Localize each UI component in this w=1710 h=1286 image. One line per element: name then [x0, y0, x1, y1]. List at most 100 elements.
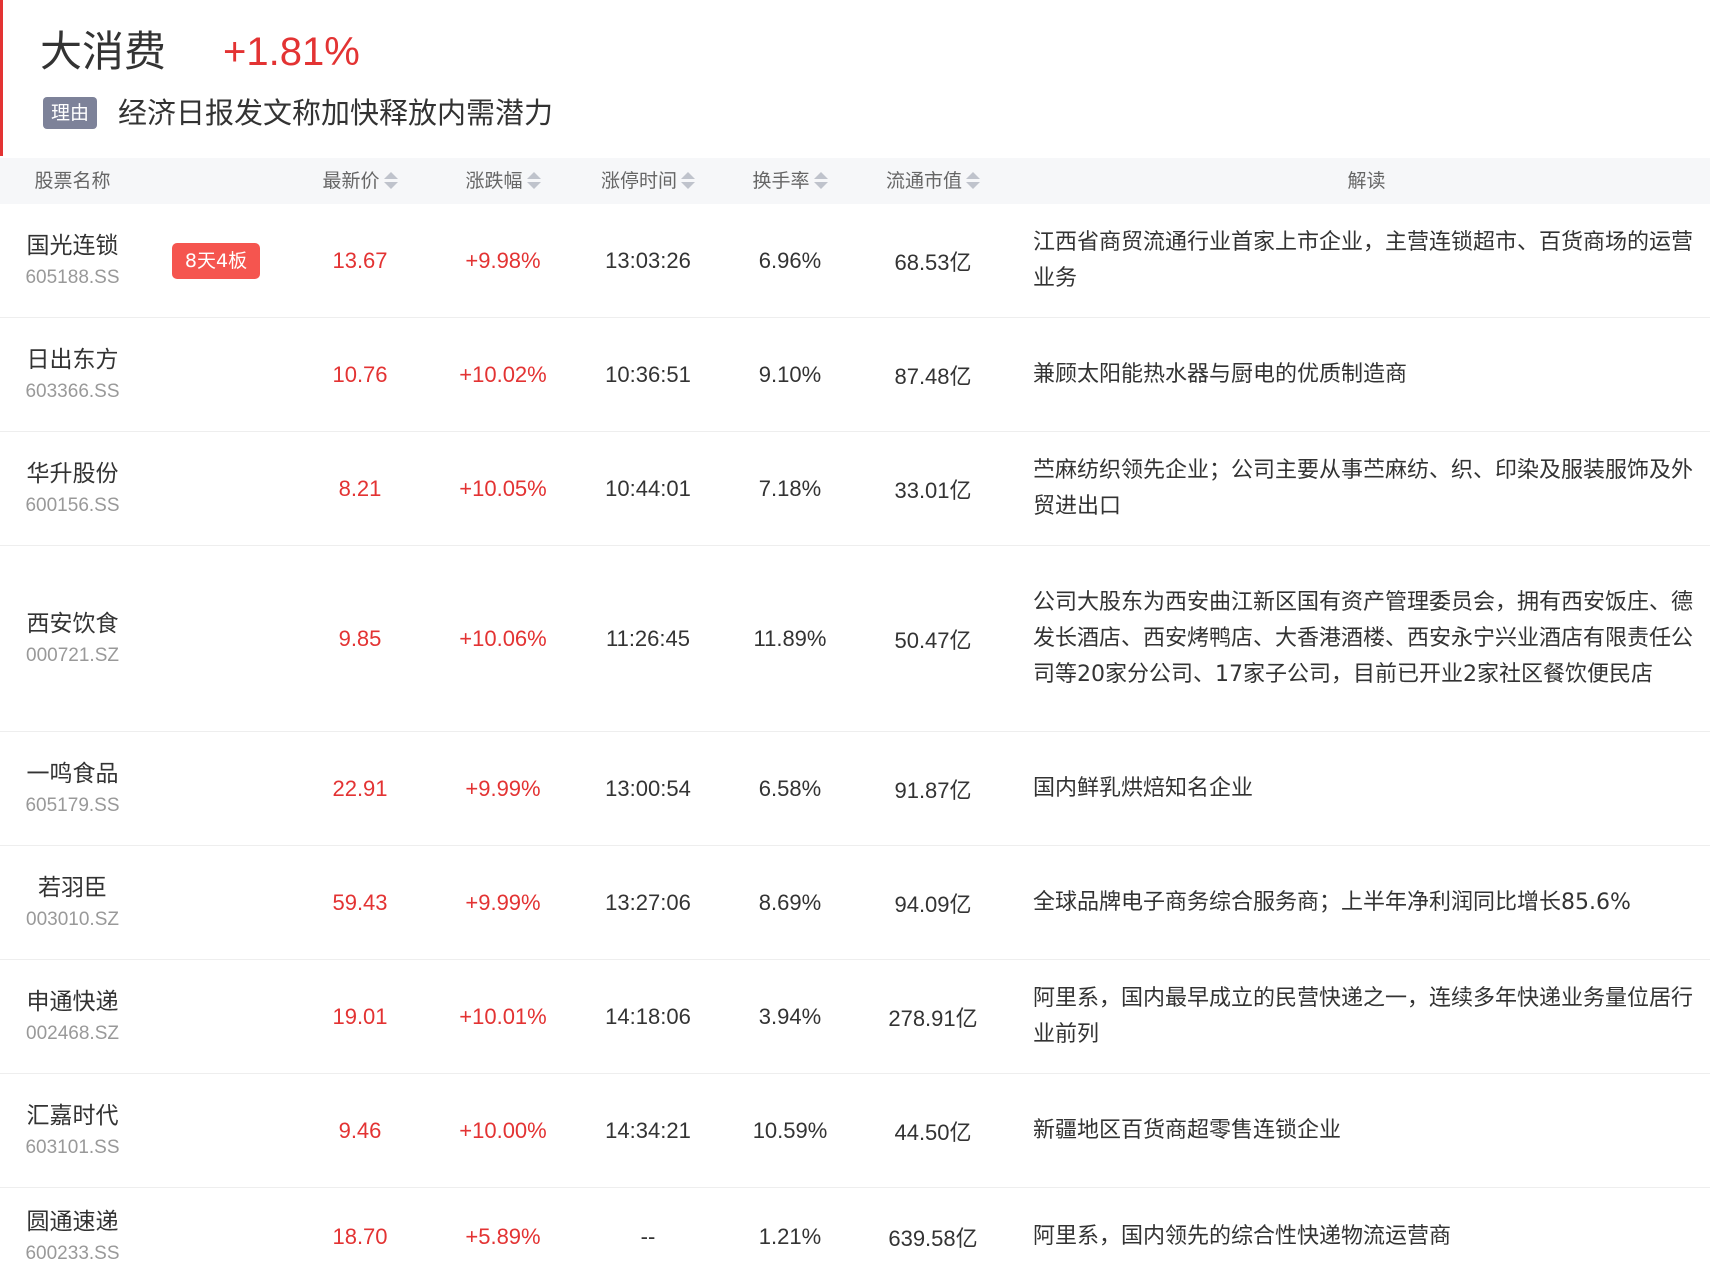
- stock-name[interactable]: 汇嘉时代: [27, 1099, 119, 1133]
- stock-code: 000721.SZ: [26, 644, 119, 666]
- stock-name-cell[interactable]: 圆通速递 600233.SS: [0, 1188, 145, 1286]
- market-cap-cell: 50.47亿: [894, 627, 972, 653]
- stock-name[interactable]: 一鸣食品: [27, 757, 119, 791]
- price-cell: 9.85: [338, 625, 382, 651]
- price-cell: 10.76: [332, 361, 388, 387]
- market-cap-cell: 278.91亿: [888, 1005, 978, 1031]
- column-header-market-cap-label: 流通市值: [885, 170, 962, 192]
- price-cell: 19.01: [332, 1003, 388, 1029]
- stock-code: 002468.SZ: [26, 1022, 119, 1044]
- stock-code: 603101.SS: [25, 1136, 120, 1158]
- stock-code: 600156.SS: [25, 494, 120, 516]
- comment-text: 阿里系，国内领先的综合性快递物流运营商: [1033, 1224, 1452, 1249]
- table-row[interactable]: 一鸣食品 605179.SS 22.91 +9.99% 13:00:54 6.5…: [0, 732, 1710, 846]
- stock-name-cell[interactable]: 华升股份 600156.SS: [0, 432, 145, 545]
- market-cap-cell: 33.01亿: [894, 477, 972, 503]
- stock-code: 605179.SS: [25, 794, 120, 816]
- theme-change: +1.81%: [223, 30, 360, 74]
- stock-name-cell[interactable]: 一鸣食品 605179.SS: [0, 732, 145, 845]
- table-row[interactable]: 汇嘉时代 603101.SS 9.46 +10.00% 14:34:21 10.…: [0, 1074, 1710, 1188]
- stock-code: 003010.SZ: [26, 908, 119, 930]
- price-cell: 13.67: [332, 247, 388, 273]
- turnover-cell: 1.21%: [758, 1224, 822, 1249]
- comment-cell: 苎麻纺织领先企业；公司主要从事苎麻纺、织、印染及服装服饰及外贸进出口: [1033, 432, 1700, 545]
- price-cell: 8.21: [338, 475, 382, 501]
- change-cell: +9.98%: [465, 247, 541, 273]
- stock-name[interactable]: 圆通速递: [27, 1205, 119, 1239]
- comment-cell: 阿里系，国内最早成立的民营快递之一，连续多年快递业务量位居行业前列: [1033, 960, 1700, 1073]
- stock-name[interactable]: 西安饮食: [27, 607, 119, 641]
- table-row[interactable]: 华升股份 600156.SS 8.21 +10.05% 10:44:01 7.1…: [0, 432, 1710, 546]
- column-header-name: 股票名称: [0, 158, 145, 204]
- comment-text: 新疆地区百货商超零售连锁企业: [1033, 1117, 1342, 1143]
- column-header-limit-time-label: 涨停时间: [600, 170, 677, 192]
- limit-time-cell: 14:18:06: [605, 1003, 691, 1029]
- stock-name-cell[interactable]: 西安饮食 000721.SZ: [0, 546, 145, 731]
- stock-name-cell[interactable]: 日出东方 603366.SS: [0, 318, 145, 431]
- comment-cell: 国内鲜乳烘焙知名企业: [1033, 732, 1700, 845]
- change-cell: +9.99%: [465, 889, 541, 915]
- comment-cell: 全球品牌电子商务综合服务商；上半年净利润同比增长85.6%: [1033, 846, 1700, 959]
- limit-time-cell: 10:44:01: [605, 475, 691, 501]
- column-header-change[interactable]: 涨跌幅: [443, 158, 563, 204]
- turnover-cell: 10.59%: [752, 1117, 828, 1143]
- stock-name-cell[interactable]: 若羽臣 003010.SZ: [0, 846, 145, 959]
- change-cell: +10.06%: [459, 625, 547, 651]
- table-row[interactable]: 圆通速递 600233.SS 18.70 +5.89% -- 1.21% 639…: [0, 1188, 1710, 1286]
- column-header-change-label: 涨跌幅: [465, 170, 523, 192]
- market-cap-cell: 44.50亿: [894, 1119, 972, 1145]
- column-header-price[interactable]: 最新价: [300, 158, 420, 204]
- sort-icon[interactable]: [681, 171, 695, 191]
- turnover-cell: 11.89%: [753, 625, 827, 651]
- column-header-comment-label: 解读: [1347, 170, 1386, 192]
- table-row[interactable]: 申通快递 002468.SZ 19.01 +10.01% 14:18:06 3.…: [0, 960, 1710, 1074]
- stock-name-cell[interactable]: 汇嘉时代 603101.SS: [0, 1074, 145, 1187]
- sort-icon[interactable]: [966, 171, 980, 191]
- comment-text: 国内鲜乳烘焙知名企业: [1033, 775, 1254, 801]
- table-row[interactable]: 若羽臣 003010.SZ 59.43 +9.99% 13:27:06 8.69…: [0, 846, 1710, 960]
- price-cell: 22.91: [332, 775, 388, 801]
- stock-name[interactable]: 申通快递: [27, 985, 119, 1019]
- column-header-limit-time[interactable]: 涨停时间: [583, 158, 713, 204]
- consecutive-limit-tag: 8天4板: [172, 242, 260, 279]
- table-row[interactable]: 西安饮食 000721.SZ 9.85 +10.06% 11:26:45 11.…: [0, 546, 1710, 732]
- comment-text: 兼顾太阳能热水器与厨电的优质制造商: [1033, 361, 1408, 387]
- stock-name-cell[interactable]: 申通快递 002468.SZ: [0, 960, 145, 1073]
- stock-code: 600233.SS: [25, 1243, 120, 1264]
- sort-icon[interactable]: [526, 171, 541, 191]
- sort-icon[interactable]: [383, 171, 398, 191]
- sort-icon[interactable]: [813, 171, 828, 191]
- turnover-cell: 7.18%: [758, 475, 822, 501]
- change-cell: +9.99%: [465, 775, 541, 801]
- comment-cell: 新疆地区百货商超零售连锁企业: [1033, 1074, 1700, 1187]
- stock-code: 605188.SS: [25, 266, 120, 288]
- stock-name[interactable]: 华升股份: [27, 457, 119, 491]
- comment-text: 阿里系，国内最早成立的民营快递之一，连续多年快递业务量位居行业前列: [1033, 985, 1694, 1047]
- turnover-cell: 9.10%: [758, 361, 822, 387]
- limit-time-cell: 14:34:21: [605, 1117, 691, 1143]
- market-cap-cell: 87.48亿: [894, 363, 972, 389]
- column-header-turnover-label: 换手率: [752, 170, 810, 192]
- market-cap-cell: 94.09亿: [894, 891, 972, 917]
- table-row[interactable]: 日出东方 603366.SS 10.76 +10.02% 10:36:51 9.…: [0, 318, 1710, 432]
- change-cell: +10.00%: [459, 1117, 547, 1143]
- limit-time-cell: --: [640, 1224, 656, 1249]
- stock-name[interactable]: 国光连锁: [27, 229, 119, 263]
- reason-badge: 理由: [43, 97, 97, 129]
- price-cell: 18.70: [332, 1224, 388, 1249]
- stock-name[interactable]: 若羽臣: [38, 871, 107, 905]
- comment-text: 全球品牌电子商务综合服务商；上半年净利润同比增长85.6%: [1033, 889, 1631, 915]
- limit-time-cell: 13:00:54: [605, 775, 691, 801]
- stock-name-cell[interactable]: 国光连锁 605188.SS: [0, 204, 145, 317]
- turnover-cell: 3.94%: [758, 1003, 822, 1029]
- limit-time-cell: 13:27:06: [605, 889, 691, 915]
- stock-name[interactable]: 日出东方: [27, 343, 119, 377]
- table-row[interactable]: 国光连锁 605188.SS 8天4板 13.67 +9.98% 13:03:2…: [0, 204, 1710, 318]
- column-header-market-cap[interactable]: 流通市值: [868, 158, 998, 204]
- comment-cell: 江西省商贸流通行业首家上市企业，主营连锁超市、百货商场的运营业务: [1033, 204, 1700, 317]
- comment-cell: 阿里系，国内领先的综合性快递物流运营商: [1033, 1188, 1700, 1286]
- comment-text: 苎麻纺织领先企业；公司主要从事苎麻纺、织、印染及服装服饰及外贸进出口: [1033, 457, 1694, 519]
- column-header-turnover[interactable]: 换手率: [730, 158, 850, 204]
- theme-header: 大消费 +1.81% 理由 经济日报发文称加快释放内需潜力: [0, 0, 1710, 156]
- comment-cell: 公司大股东为西安曲江新区国有资产管理委员会，拥有西安饭庄、德发长酒店、西安烤鸭店…: [1033, 546, 1700, 731]
